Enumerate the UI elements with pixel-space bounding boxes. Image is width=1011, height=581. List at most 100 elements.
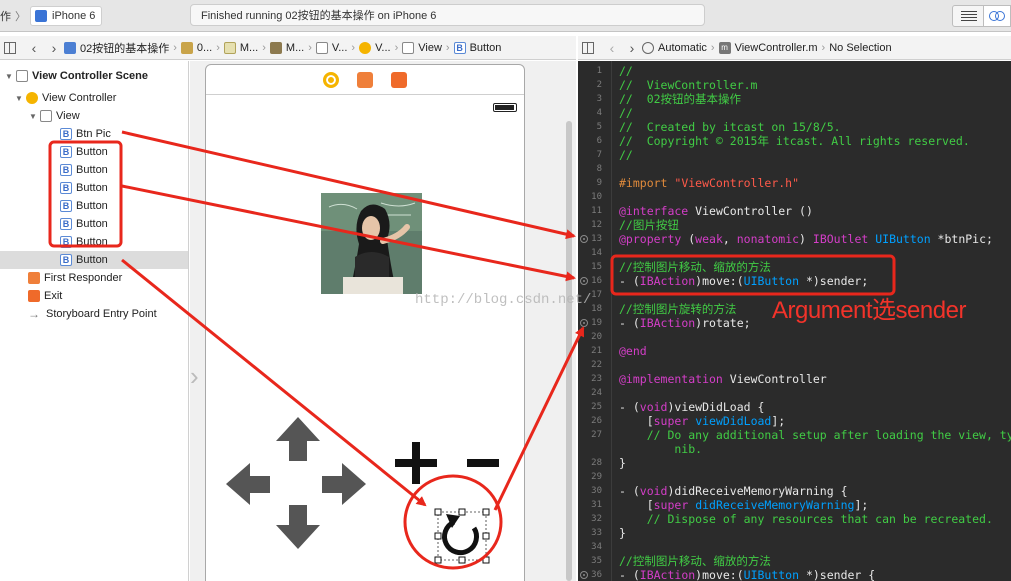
line-number: 6	[596, 136, 602, 146]
btn-pic-image[interactable]	[321, 193, 422, 294]
code-line[interactable]: 4 //	[578, 106, 1011, 120]
jump-item-scene[interactable]: V... ›	[315, 41, 355, 54]
jump-item-controller[interactable]: V... ›	[359, 41, 398, 54]
outline-button[interactable]: B Button	[0, 233, 188, 251]
code-line[interactable]: 33}	[578, 526, 1011, 540]
jump-item-folder[interactable]: 0... ›	[180, 41, 220, 54]
outline-entry-point[interactable]: → Storyboard Entry Point	[0, 305, 188, 323]
line-number: 2	[596, 80, 602, 90]
code-line[interactable]: 29	[578, 470, 1011, 484]
outline-button[interactable]: B Button	[0, 179, 188, 197]
code-line[interactable]: 2 // ViewController.m	[578, 78, 1011, 92]
outline-view-controller[interactable]: ▼ View Controller	[0, 89, 188, 107]
assistant-editor-button[interactable]	[984, 5, 1011, 27]
arrow-down-button[interactable]	[276, 505, 320, 549]
view-controller-icon[interactable]	[323, 71, 339, 88]
minus-icon[interactable]	[467, 459, 499, 467]
code-line[interactable]: 24	[578, 386, 1011, 400]
code-line[interactable]: 30 - (void)didReceiveMemoryWarning {	[578, 484, 1011, 498]
code-line[interactable]: 20	[578, 330, 1011, 344]
code-line[interactable]: 6 // Copyright © 2015年 itcast. All rights…	[578, 134, 1011, 148]
view-controller-scene[interactable]	[205, 64, 525, 581]
code-line[interactable]: nib.	[578, 442, 1011, 456]
button-icon: B	[60, 254, 72, 266]
back-icon[interactable]: ‹	[24, 40, 44, 56]
plus-button[interactable]	[395, 442, 437, 484]
code-line[interactable]: 25 - (void)viewDidLoad {	[578, 400, 1011, 414]
rotate-button[interactable]	[424, 498, 500, 574]
code-line[interactable]: 35 //控制图片移动、缩放的方法	[578, 554, 1011, 568]
outline-view[interactable]: ▼ View	[0, 107, 188, 125]
code-line[interactable]: 32 // Dispose of any resources that can …	[578, 512, 1011, 526]
arrow-up-button[interactable]	[276, 417, 320, 461]
code-line[interactable]: 36 - (IBAction)move:(UIButton *)sender {	[578, 568, 1011, 581]
outline-btn-pic[interactable]: B Btn Pic	[0, 125, 188, 143]
jump-item-button[interactable]: B Button	[453, 41, 501, 54]
exit-icon[interactable]	[391, 71, 407, 88]
code-line[interactable]: 3 // 02按钮的基本操作	[578, 92, 1011, 106]
outline-button[interactable]: B Button	[0, 161, 188, 179]
outline-first-responder[interactable]: First Responder	[0, 269, 188, 287]
code-line[interactable]: 22	[578, 358, 1011, 372]
arrow-left-icon[interactable]	[226, 463, 270, 505]
standard-editor-button[interactable]	[952, 5, 984, 27]
scheme-name[interactable]: 作	[0, 8, 11, 24]
outline-button[interactable]: B Button	[0, 215, 188, 233]
arrow-right-button[interactable]	[322, 463, 366, 505]
arrow-right-icon[interactable]	[322, 463, 366, 505]
outline-scene[interactable]: ▼ View Controller Scene	[0, 67, 188, 85]
grid-icon[interactable]	[4, 41, 16, 54]
outline-exit[interactable]: Exit	[0, 287, 188, 305]
outline-button[interactable]: B Button	[0, 251, 188, 269]
grid-icon[interactable]	[582, 41, 594, 54]
code-line[interactable]: 10	[578, 190, 1011, 204]
code-line[interactable]: 1 //	[578, 64, 1011, 78]
code-line[interactable]: 13 @property (weak, nonatomic) IBOutlet U…	[578, 232, 1011, 246]
device-selector[interactable]: iPhone 6	[30, 6, 103, 26]
code-line[interactable]: 14	[578, 246, 1011, 260]
disclosure-triangle-icon[interactable]: ▼	[28, 112, 38, 121]
disclosure-triangle-icon[interactable]: ▼	[14, 94, 24, 103]
first-responder-icon[interactable]	[357, 71, 373, 88]
outline-label: Exit	[44, 290, 63, 302]
storyboard-canvas[interactable]: ›	[190, 61, 576, 581]
jump-item-storyboard[interactable]: M... ›	[223, 41, 266, 54]
jump-item-view[interactable]: View ›	[402, 41, 450, 54]
rotate-icon[interactable]	[442, 519, 479, 556]
code-line[interactable]: 34	[578, 540, 1011, 554]
jump-item-file[interactable]: m ViewController.m ›	[718, 41, 825, 54]
code-line[interactable]: 5 // Created by itcast on 15/8/5.	[578, 120, 1011, 134]
code-line[interactable]: 12 //图片按钮	[578, 218, 1011, 232]
arrow-down-icon[interactable]	[276, 505, 320, 549]
jump-item-selection[interactable]: No Selection	[829, 42, 891, 54]
code-line[interactable]: 28}	[578, 456, 1011, 470]
code-line[interactable]: 23 @implementation ViewController	[578, 372, 1011, 386]
jump-item-project[interactable]: 02按钮的基本操作 ›	[64, 40, 177, 56]
line-number: 19	[591, 318, 602, 328]
code-line[interactable]: 26 [super viewDidLoad];	[578, 414, 1011, 428]
code-line[interactable]: 31 [super didReceiveMemoryWarning];	[578, 498, 1011, 512]
forward-icon[interactable]: ›	[44, 40, 64, 56]
scheme-selector[interactable]: 作 〉 iPhone 6	[0, 6, 103, 26]
forward-icon[interactable]: ›	[622, 40, 642, 56]
arrow-left-button[interactable]	[226, 463, 270, 505]
canvas-scrollbar-thumb[interactable]	[566, 121, 572, 581]
code-line[interactable]: 27 // Do any additional setup after load…	[578, 428, 1011, 442]
minus-button[interactable]	[467, 459, 499, 467]
code-line[interactable]: 21 @end	[578, 344, 1011, 358]
outline-button[interactable]: B Button	[0, 197, 188, 215]
disclosure-triangle-icon[interactable]: ▼	[4, 72, 14, 81]
outline-button[interactable]: B Button	[0, 143, 188, 161]
arrow-up-icon[interactable]	[276, 417, 320, 461]
back-icon[interactable]: ‹	[602, 40, 622, 56]
plus-icon-bar[interactable]	[412, 442, 420, 484]
code-line[interactable]: 16 - (IBAction)move:(UIButton *)sender;	[578, 274, 1011, 288]
code-line[interactable]: 11 @interface ViewController ()	[578, 204, 1011, 218]
line-number: 16	[591, 276, 602, 286]
jump-item-base[interactable]: M... ›	[269, 41, 312, 54]
code-line[interactable]: 15 //控制图片移动、缩放的方法	[578, 260, 1011, 274]
code-line[interactable]: 9 #import "ViewController.h"	[578, 176, 1011, 190]
code-line[interactable]: 8	[578, 162, 1011, 176]
jump-item-automatic[interactable]: Automatic ›	[642, 41, 715, 54]
code-line[interactable]: 7 //	[578, 148, 1011, 162]
